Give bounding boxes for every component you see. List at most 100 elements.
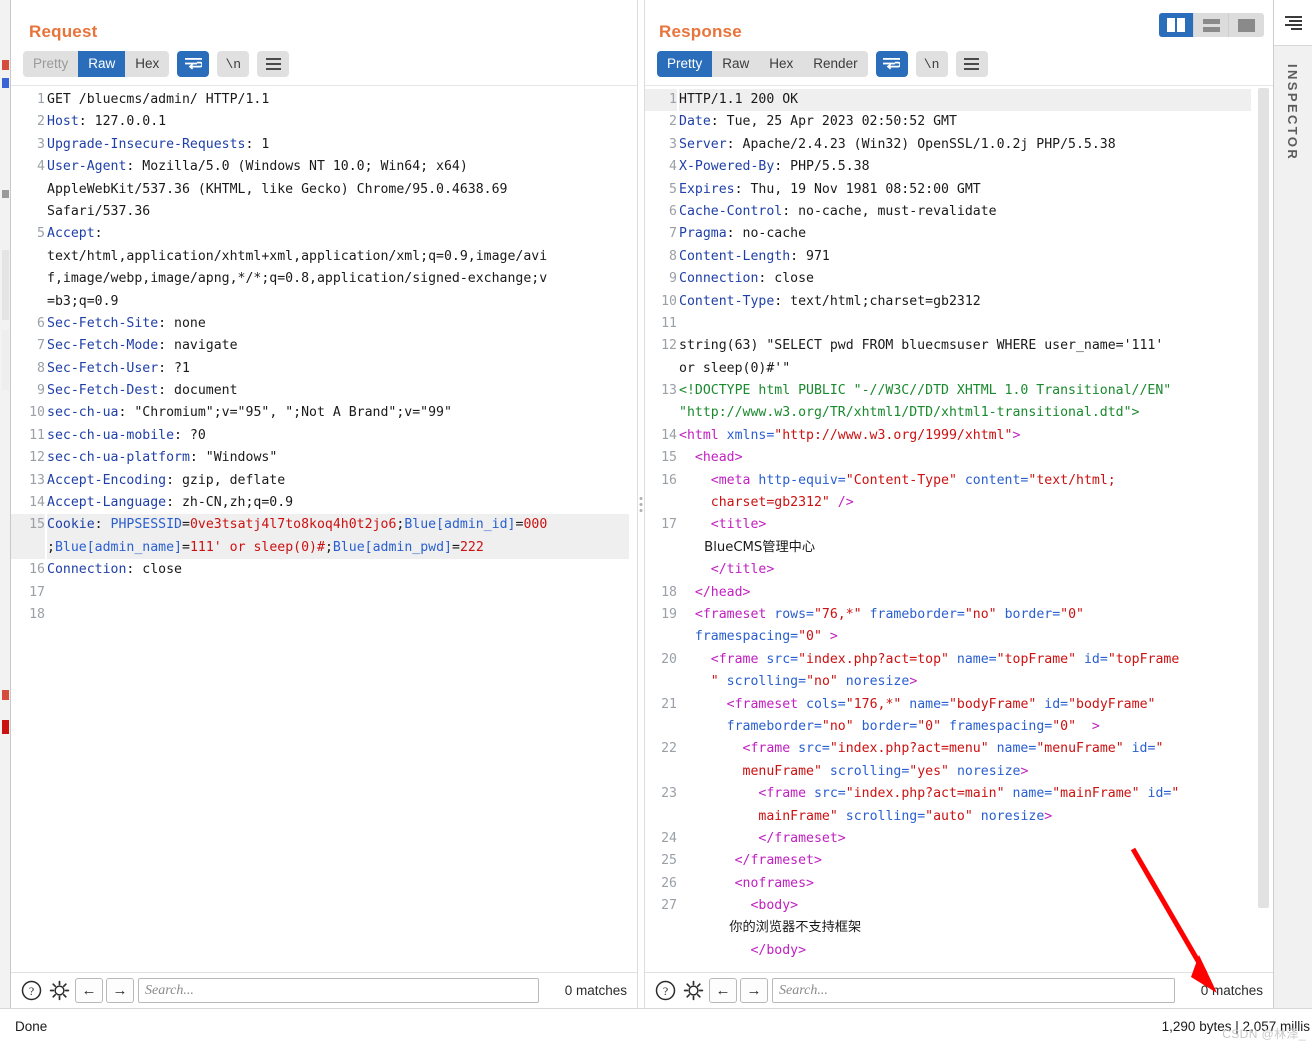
code-token: "menuFrame" <box>1036 741 1124 757</box>
tab-response-pretty[interactable]: Pretty <box>657 51 713 77</box>
code-token: ; <box>324 539 333 555</box>
layout-stacked-button[interactable] <box>1194 13 1229 37</box>
request-view-tabs[interactable]: Pretty Raw Hex <box>23 51 170 77</box>
code-token: "0" <box>798 629 822 645</box>
code-token: 111' or sleep(0)# <box>189 539 325 555</box>
inspector-label: INSPECTOR <box>1285 64 1300 162</box>
inspector-rail[interactable]: INSPECTOR <box>1273 0 1312 1008</box>
tab-response-render[interactable]: Render <box>803 51 867 77</box>
response-pane: Response Pretty Raw Hex Render \n 1 2 3 … <box>645 0 1273 1008</box>
layout-mode-buttons[interactable] <box>1159 13 1264 37</box>
code-line: Pragma: no-cache <box>679 223 1251 245</box>
search-next-button[interactable]: → <box>740 978 768 1003</box>
request-newline-toggle[interactable]: \n <box>217 51 250 77</box>
line-number <box>11 246 45 268</box>
tab-request-pretty[interactable]: Pretty <box>23 51 78 77</box>
code-line: <title> <box>679 514 1251 536</box>
code-token: > <box>821 629 838 645</box>
code-token: = <box>182 539 190 555</box>
code-line: sec-ch-ua-platform: "Windows" <box>47 447 629 469</box>
code-token: : Apache/2.4.23 (Win32) OpenSSL/1.0.2j P… <box>726 136 1116 152</box>
code-token: : zh-CN,zh;q=0.9 <box>166 495 294 511</box>
code-line: </title> <box>679 559 1251 581</box>
code-line: </body> <box>679 940 1251 962</box>
code-token: User-Agent <box>47 159 127 175</box>
code-token: </head> <box>679 584 751 600</box>
response-search-input[interactable]: Search... <box>772 978 1175 1003</box>
request-word-wrap-toggle[interactable] <box>177 51 210 77</box>
request-line-numbers: 1234 5 6 7 8 9 10 11 12 13 14 15 16 17 18 <box>11 86 45 972</box>
code-token: <meta <box>679 472 759 488</box>
code-token: : text/html;charset=gb2312 <box>774 293 981 309</box>
code-token: > <box>1076 718 1100 734</box>
line-number: 26 <box>661 875 677 891</box>
code-line: Accept: <box>47 223 629 245</box>
code-token: <head> <box>679 450 743 466</box>
layout-single-button[interactable] <box>1229 13 1264 37</box>
code-token: scrolling= <box>726 674 807 690</box>
code-token: Safari/537.36 <box>47 203 151 219</box>
line-number <box>645 492 677 514</box>
response-vertical-scrollbar[interactable] <box>1258 88 1269 970</box>
pane-splitter[interactable] <box>637 0 645 1008</box>
code-token: = <box>182 517 190 533</box>
search-prev-button[interactable]: ← <box>75 978 103 1003</box>
response-code-area[interactable]: 1 2 3 4 5 6 7 8 9 10 11 12 13 14 15 16 17 18 19 20 21 … <box>645 85 1273 972</box>
code-token: </frameset> <box>679 853 822 869</box>
line-number: 3 <box>37 136 45 152</box>
code-line: sec-ch-ua-mobile: ?0 <box>47 425 629 447</box>
tab-response-hex[interactable]: Hex <box>759 51 803 77</box>
tab-request-hex[interactable]: Hex <box>125 51 169 77</box>
code-token: id= <box>1083 651 1108 667</box>
request-code-area[interactable]: 1234 5 6 7 8 9 10 11 12 13 14 15 16 17 18 GET /blue… <box>11 85 637 972</box>
code-token: " <box>1171 786 1180 802</box>
help-icon[interactable]: ? <box>19 979 43 1003</box>
inspector-toggle-button[interactable] <box>1274 0 1312 46</box>
code-token: "http://www.w3.org/1999/xhtml" <box>774 427 1013 443</box>
code-token: : none <box>158 315 206 331</box>
code-line: BlueCMS管理中心 <box>679 537 1251 559</box>
tab-request-raw[interactable]: Raw <box>78 51 126 77</box>
response-menu-button[interactable] <box>955 51 988 77</box>
response-word-wrap-toggle[interactable] <box>875 51 908 77</box>
request-menu-button[interactable] <box>257 51 290 77</box>
code-token: Pragma <box>679 226 727 242</box>
search-prev-button[interactable]: ← <box>709 978 737 1003</box>
help-icon[interactable]: ? <box>653 979 677 1003</box>
line-number: 16 <box>661 472 677 488</box>
scrollbar-thumb[interactable] <box>1258 88 1269 908</box>
request-search-input[interactable]: Search... <box>138 978 539 1003</box>
line-number: 11 <box>29 427 45 443</box>
line-number <box>645 806 677 828</box>
code-line: Safari/537.36 <box>47 201 629 223</box>
tab-response-raw[interactable]: Raw <box>712 51 759 77</box>
gear-icon[interactable] <box>681 979 705 1003</box>
gear-icon[interactable] <box>47 979 71 1003</box>
request-search-bar: ? ← → Search... 0 matches <box>11 972 637 1008</box>
code-token: id= <box>1147 786 1172 802</box>
search-next-button[interactable]: → <box>106 978 134 1003</box>
code-token: Sec-Fetch-Site <box>47 315 159 331</box>
code-token: "index.php?act=main" <box>845 786 1005 802</box>
response-view-tabs[interactable]: Pretty Raw Hex Render <box>657 51 868 77</box>
code-token: Accept-Language <box>47 495 167 511</box>
line-number: 1 <box>645 89 677 112</box>
code-token: "topFrame" <box>996 651 1077 667</box>
line-number <box>645 940 677 962</box>
line-number: 27 <box>661 898 677 914</box>
line-number <box>645 358 677 380</box>
code-token: rows= <box>774 606 814 622</box>
line-number: 17 <box>29 584 45 600</box>
response-newline-toggle[interactable]: \n <box>915 51 948 77</box>
hamburger-icon <box>964 58 980 70</box>
layout-side-by-side-button[interactable] <box>1159 13 1194 37</box>
